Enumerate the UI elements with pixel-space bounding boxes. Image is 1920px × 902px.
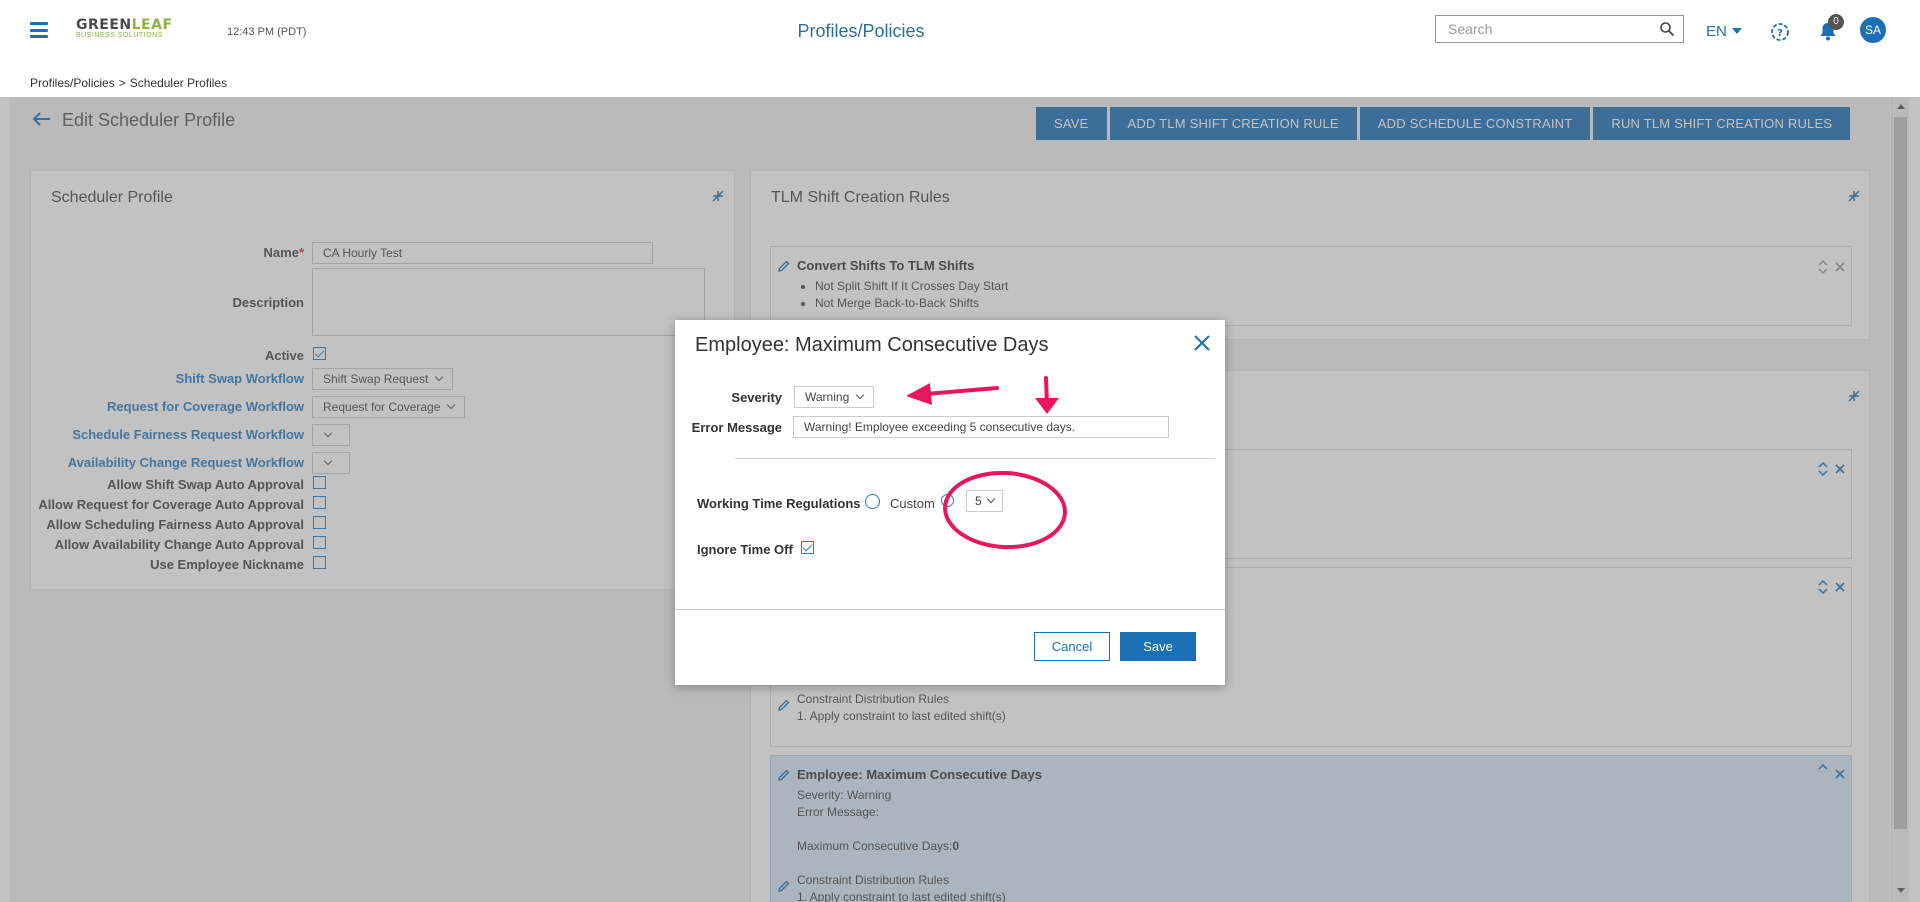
cancel-button[interactable]: Cancel: [1034, 632, 1110, 661]
custom-label: Custom: [890, 496, 935, 511]
app-header: GREENLEAF BUSINESS SOLUTIONS 12:43 PM (P…: [0, 0, 1920, 64]
search-box: [1435, 15, 1684, 43]
close-icon[interactable]: [1193, 334, 1211, 352]
dialog-save-button[interactable]: Save: [1120, 632, 1196, 661]
language-selector[interactable]: EN: [1706, 23, 1742, 40]
breadcrumb-profiles-policies[interactable]: Profiles/Policies: [30, 76, 115, 90]
severity-label: Severity: [731, 390, 782, 405]
working-time-regulations-label: Working Time Regulations: [697, 496, 861, 511]
help-icon[interactable]: ?: [1769, 21, 1791, 43]
caret-down-icon: [1731, 28, 1742, 34]
ignore-time-off-label: Ignore Time Off: [697, 542, 793, 557]
avatar[interactable]: SA: [1860, 17, 1886, 43]
search-input[interactable]: [1436, 16, 1646, 42]
dialog-divider: [735, 458, 1215, 459]
notification-badge: 0: [1828, 14, 1844, 30]
dialog-title: Employee: Maximum Consecutive Days: [695, 334, 1049, 356]
severity-select[interactable]: Warning: [794, 386, 875, 408]
chevron-down-icon: [986, 494, 995, 504]
dialog-footer-divider: [675, 609, 1225, 610]
ignore-time-off-checkbox[interactable]: [801, 541, 814, 554]
svg-text:?: ?: [1777, 28, 1783, 39]
search-icon[interactable]: [1659, 21, 1675, 37]
breadcrumb-separator: >: [118, 76, 126, 90]
custom-days-select[interactable]: 5: [966, 490, 1003, 512]
working-time-regulations-radio[interactable]: [865, 494, 880, 509]
chevron-down-icon: [856, 390, 865, 400]
breadcrumb-scheduler-profiles[interactable]: Scheduler Profiles: [130, 76, 227, 90]
custom-radio[interactable]: [941, 494, 954, 507]
constraint-dialog: Employee: Maximum Consecutive Days Sever…: [675, 320, 1225, 685]
breadcrumb: Profiles/Policies > Scheduler Profiles: [30, 76, 227, 90]
error-message-field[interactable]: [793, 416, 1169, 438]
error-message-label: Error Message: [691, 420, 782, 435]
